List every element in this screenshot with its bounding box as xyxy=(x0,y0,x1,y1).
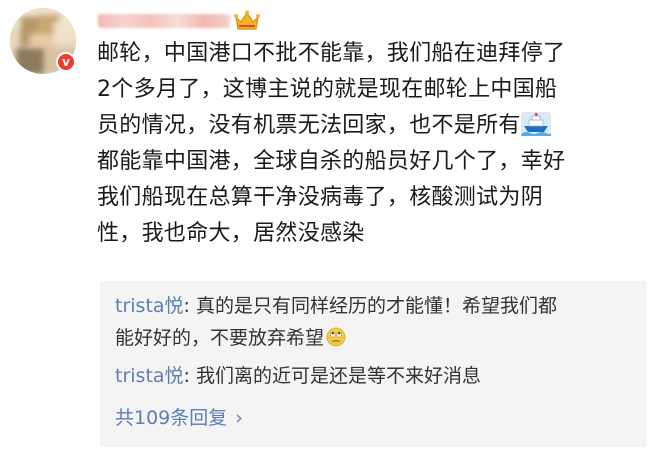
replies-panel: trista悦: 真的是只有同样经历的才能懂！希望我们都 能好好的，不要放弃希望 … xyxy=(100,281,646,447)
chevron-right-icon: › xyxy=(235,407,243,429)
comment-line: 性，我也命大，居然没感染 xyxy=(97,221,365,246)
reply-item: trista悦: 真的是只有同样经历的才能懂！希望我们都能好好的，不要放弃希望 xyxy=(115,290,635,354)
reply-text: 我们离的近可是还是等不来好消息 xyxy=(196,365,482,387)
comment-body: 邮轮，中国港口不批不能靠，我们船在迪拜停了 2个多月了，这博主说的就是现在邮轮上… xyxy=(97,36,637,252)
reply-separator: : xyxy=(183,365,196,387)
verified-badge-icon: v xyxy=(56,52,76,72)
reply-username[interactable]: trista悦 xyxy=(115,365,184,387)
comment-card: v 邮轮，中国港口不批不能靠，我们船在迪拜停了 2个多月了，这博主说的就是现在邮… xyxy=(0,0,663,457)
username-blurred[interactable] xyxy=(98,14,230,28)
reply-separator: : xyxy=(183,295,196,317)
comment-line: 邮轮，中国港口不批不能靠，我们船在迪拜停了 xyxy=(97,41,566,66)
comment-line: 员的情况，没有机票无法回家，也不是所有 xyxy=(97,113,521,138)
reply-username[interactable]: trista悦 xyxy=(115,295,184,317)
ship-emoji-icon xyxy=(520,112,551,136)
rolling-eyes-emoji-icon xyxy=(326,327,346,347)
comment-line: 2个多月了，这博主说的就是现在邮轮上中国船 xyxy=(97,77,558,102)
comment-line: 都能靠中国港，全球自杀的船员好几个了，幸好 xyxy=(97,149,566,174)
more-replies-label: 共109条回复 xyxy=(115,407,228,429)
reply-text: 真的是只有同样经历的才能懂！希望我们都 xyxy=(196,295,558,317)
crown-icon xyxy=(234,10,260,30)
reply-item: trista悦: 我们离的近可是还是等不来好消息 xyxy=(115,360,635,392)
reply-text: 能好好的，不要放弃希望 xyxy=(115,327,325,349)
view-more-replies-link[interactable]: 共109条回复 › xyxy=(115,402,243,434)
username-row xyxy=(98,8,260,34)
comment-line: 我们船现在总算干净没病毒了，核酸测试为阴 xyxy=(97,185,544,210)
